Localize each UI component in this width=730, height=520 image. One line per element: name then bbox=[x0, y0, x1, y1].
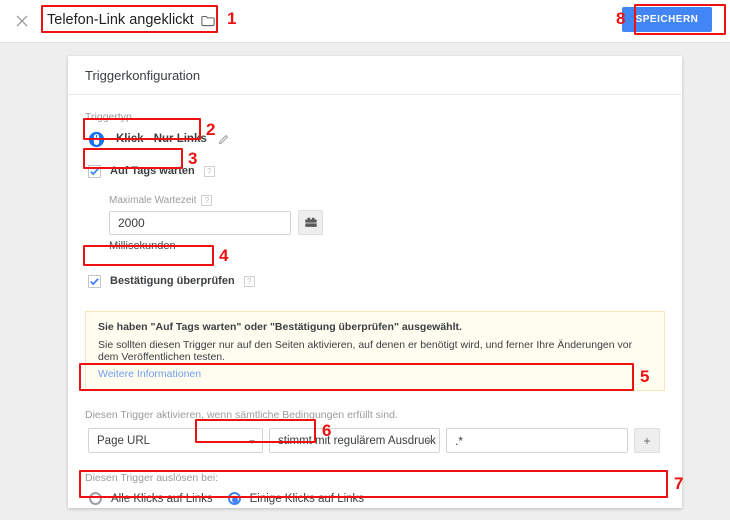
save-button[interactable]: SPEICHERN bbox=[622, 7, 712, 32]
fire-on-section: Diesen Trigger auslösen bei: Alle Klicks… bbox=[85, 472, 665, 508]
warning-title: Sie haben "Auf Tags warten" oder "Bestät… bbox=[98, 321, 462, 333]
wait-for-tags-checkbox-row[interactable]: Auf Tags warten ? bbox=[85, 159, 220, 183]
max-wait-input-row bbox=[109, 210, 665, 235]
close-icon[interactable] bbox=[14, 13, 30, 29]
brick-icon[interactable] bbox=[298, 210, 323, 235]
radio-all-link-clicks-label: Alle Klicks auf Links bbox=[111, 492, 213, 505]
check-validation-checkbox[interactable] bbox=[88, 274, 101, 288]
trigger-type-label: Triggertyp bbox=[85, 111, 132, 123]
check-validation-label: Bestätigung überprüfen bbox=[110, 275, 235, 287]
radio-some-link-clicks-label: Einige Klicks auf Links bbox=[249, 492, 365, 505]
radio-icon[interactable] bbox=[227, 492, 241, 505]
trigger-configuration-card: Triggerkonfiguration Triggertyp Klick - … bbox=[68, 56, 682, 508]
page-title: Telefon-Link angeklickt bbox=[47, 12, 194, 28]
radio-all-link-clicks[interactable]: Alle Klicks auf Links bbox=[85, 489, 220, 508]
radio-icon[interactable] bbox=[89, 492, 102, 505]
warning-link[interactable]: Weitere Informationen bbox=[98, 368, 652, 380]
card-header: Triggerkonfiguration bbox=[68, 56, 682, 95]
max-wait-block: Maximale Wartezeit ? Millisekunden bbox=[109, 195, 665, 252]
enable-condition-operator-select[interactable]: stimmt mit regulärem Ausdruck üb bbox=[269, 428, 440, 453]
enable-conditions-label: Diesen Trigger aktivieren, wenn sämtlich… bbox=[85, 409, 398, 421]
pencil-icon[interactable] bbox=[218, 134, 229, 145]
wait-for-tags-checkbox[interactable] bbox=[88, 164, 101, 178]
trigger-title-field[interactable]: Telefon-Link angeklickt bbox=[43, 7, 220, 33]
enable-condition-variable-select[interactable]: Page URL bbox=[88, 428, 263, 453]
help-icon[interactable]: ? bbox=[201, 195, 213, 206]
folder-icon[interactable] bbox=[201, 14, 215, 27]
max-wait-input[interactable] bbox=[109, 210, 291, 235]
help-icon[interactable]: ? bbox=[203, 165, 215, 177]
max-wait-unit: Millisekunden bbox=[109, 240, 176, 252]
top-bar: Telefon-Link angeklickt SPEICHERN bbox=[0, 0, 730, 43]
card-body: Triggertyp Klick - Nur Links Auf Tags wa… bbox=[68, 95, 682, 508]
enable-condition-add-button[interactable]: + bbox=[634, 428, 660, 453]
trigger-type-value: Klick - Nur Links bbox=[116, 133, 207, 145]
fire-on-options: Alle Klicks auf Links Einige Klicks auf … bbox=[85, 489, 665, 508]
check-validation-checkbox-row[interactable]: Bestätigung überprüfen ? bbox=[85, 269, 260, 293]
enable-condition-value-input[interactable] bbox=[446, 428, 628, 453]
warning-text: Sie sollten diesen Trigger nur auf den S… bbox=[98, 339, 633, 363]
warning-banner: Sie haben "Auf Tags warten" oder "Bestät… bbox=[85, 311, 665, 391]
max-wait-label: Maximale Wartezeit bbox=[109, 195, 197, 206]
wait-for-tags-label: Auf Tags warten bbox=[110, 165, 195, 177]
radio-some-link-clicks[interactable]: Einige Klicks auf Links bbox=[224, 489, 371, 508]
enable-conditions-section: Diesen Trigger aktivieren, wenn sämtlich… bbox=[85, 409, 665, 456]
trigger-type-selector[interactable]: Klick - Nur Links bbox=[85, 127, 235, 151]
mouse-click-icon bbox=[88, 131, 105, 148]
max-wait-label-row: Maximale Wartezeit ? bbox=[109, 195, 665, 206]
fire-on-label: Diesen Trigger auslösen bei: bbox=[85, 472, 219, 484]
enable-conditions-row: Page URL stimmt mit regulärem Ausdruck ü… bbox=[85, 425, 665, 456]
help-icon[interactable]: ? bbox=[243, 275, 255, 287]
